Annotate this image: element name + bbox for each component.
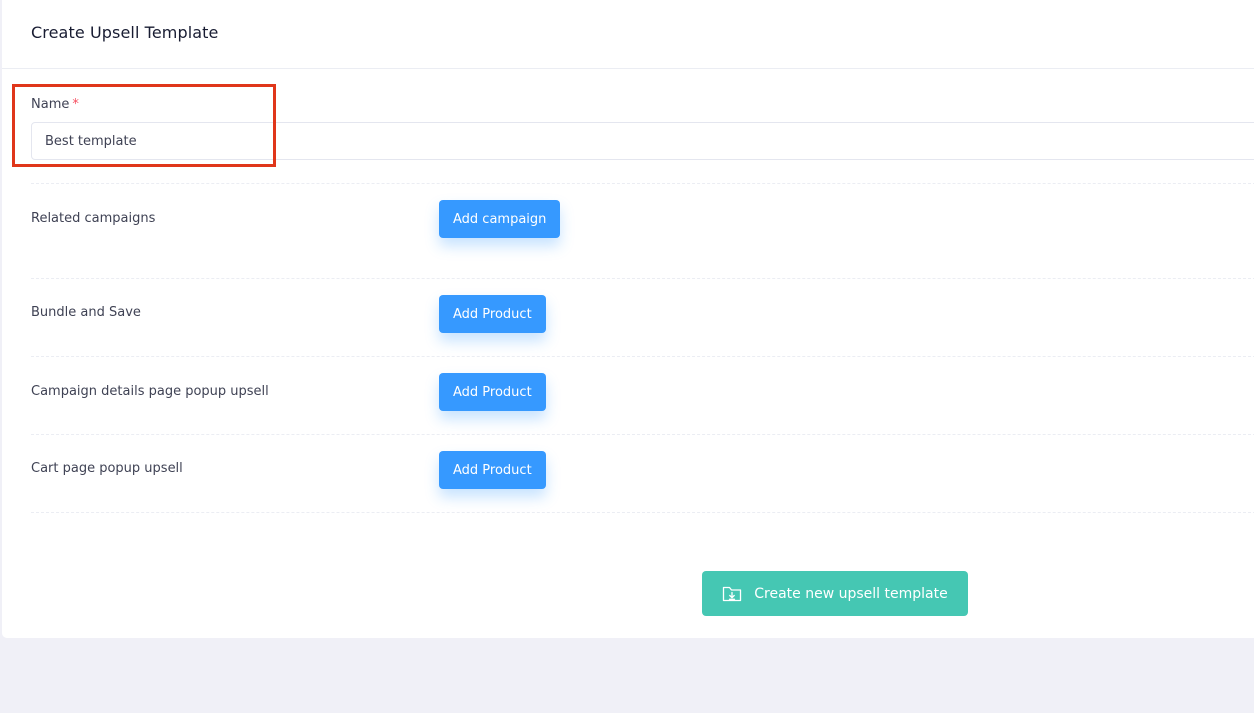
divider [31,512,1254,513]
campaign-details-popup-label: Campaign details page popup upsell [31,384,269,399]
divider [31,356,1254,357]
required-marker: * [72,97,79,112]
create-template-label: Create new upsell template [754,585,948,602]
page-title: Create Upsell Template [31,23,219,42]
divider [31,434,1254,435]
related-campaigns-label: Related campaigns [31,211,156,226]
card-header: Create Upsell Template [2,0,1254,69]
upsell-template-card: Create Upsell Template Name* Related cam… [2,0,1254,638]
bundle-and-save-label: Bundle and Save [31,305,141,320]
add-campaign-button[interactable]: Add campaign [439,200,561,238]
add-product-campaign-details-button[interactable]: Add Product [439,373,546,411]
divider [31,278,1254,279]
name-label: Name * [31,97,79,112]
cart-page-popup-label: Cart page popup upsell [31,461,183,476]
name-input[interactable] [31,122,1254,160]
add-product-bundle-button[interactable]: Add Product [439,295,546,333]
add-product-cart-button[interactable]: Add Product [439,451,546,489]
name-label-text: Name [31,97,70,112]
divider [31,183,1254,184]
create-template-button[interactable]: Create new upsell template [702,571,968,616]
folder-download-icon [723,586,742,601]
